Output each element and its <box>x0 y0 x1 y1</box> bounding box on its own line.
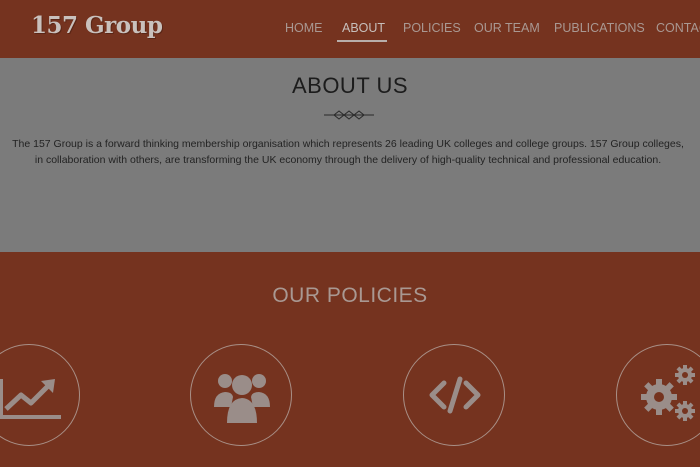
policy-item-1[interactable] <box>0 344 80 446</box>
gears-icon <box>641 365 695 421</box>
nav-about[interactable]: ABOUT <box>342 21 385 35</box>
policy-item-4[interactable] <box>616 344 700 446</box>
users-group-icon <box>214 374 270 423</box>
policy-item-3[interactable] <box>403 344 505 446</box>
nav-our-team[interactable]: OUR TEAM <box>474 21 540 35</box>
code-icon <box>429 376 481 414</box>
policy-item-2[interactable] <box>190 344 292 446</box>
nav-publications[interactable]: PUBLICATIONS <box>554 21 645 35</box>
chart-growth-icon <box>0 379 61 419</box>
nav-active-underline <box>337 40 387 42</box>
about-text-line1: The 157 Group is a forward thinking memb… <box>12 138 684 150</box>
about-description: The 157 Group is a forward thinking memb… <box>0 136 700 168</box>
about-text-line2: in collaboration with others, are transf… <box>34 154 662 166</box>
about-section: ABOUT US The 157 Group is a forward thin… <box>0 58 700 252</box>
policies-section: OUR POLICIES <box>0 252 700 467</box>
site-logo[interactable]: 157 Group <box>31 12 163 39</box>
nav-contact[interactable]: CONTAC <box>656 21 700 35</box>
site-header: 157 Group HOME ABOUT POLICIES OUR TEAM P… <box>0 0 700 58</box>
divider-ornament <box>324 110 374 120</box>
policies-title: OUR POLICIES <box>272 284 428 307</box>
about-title: ABOUT US <box>291 73 409 98</box>
nav-home[interactable]: HOME <box>285 21 323 35</box>
nav-policies[interactable]: POLICIES <box>403 21 461 35</box>
